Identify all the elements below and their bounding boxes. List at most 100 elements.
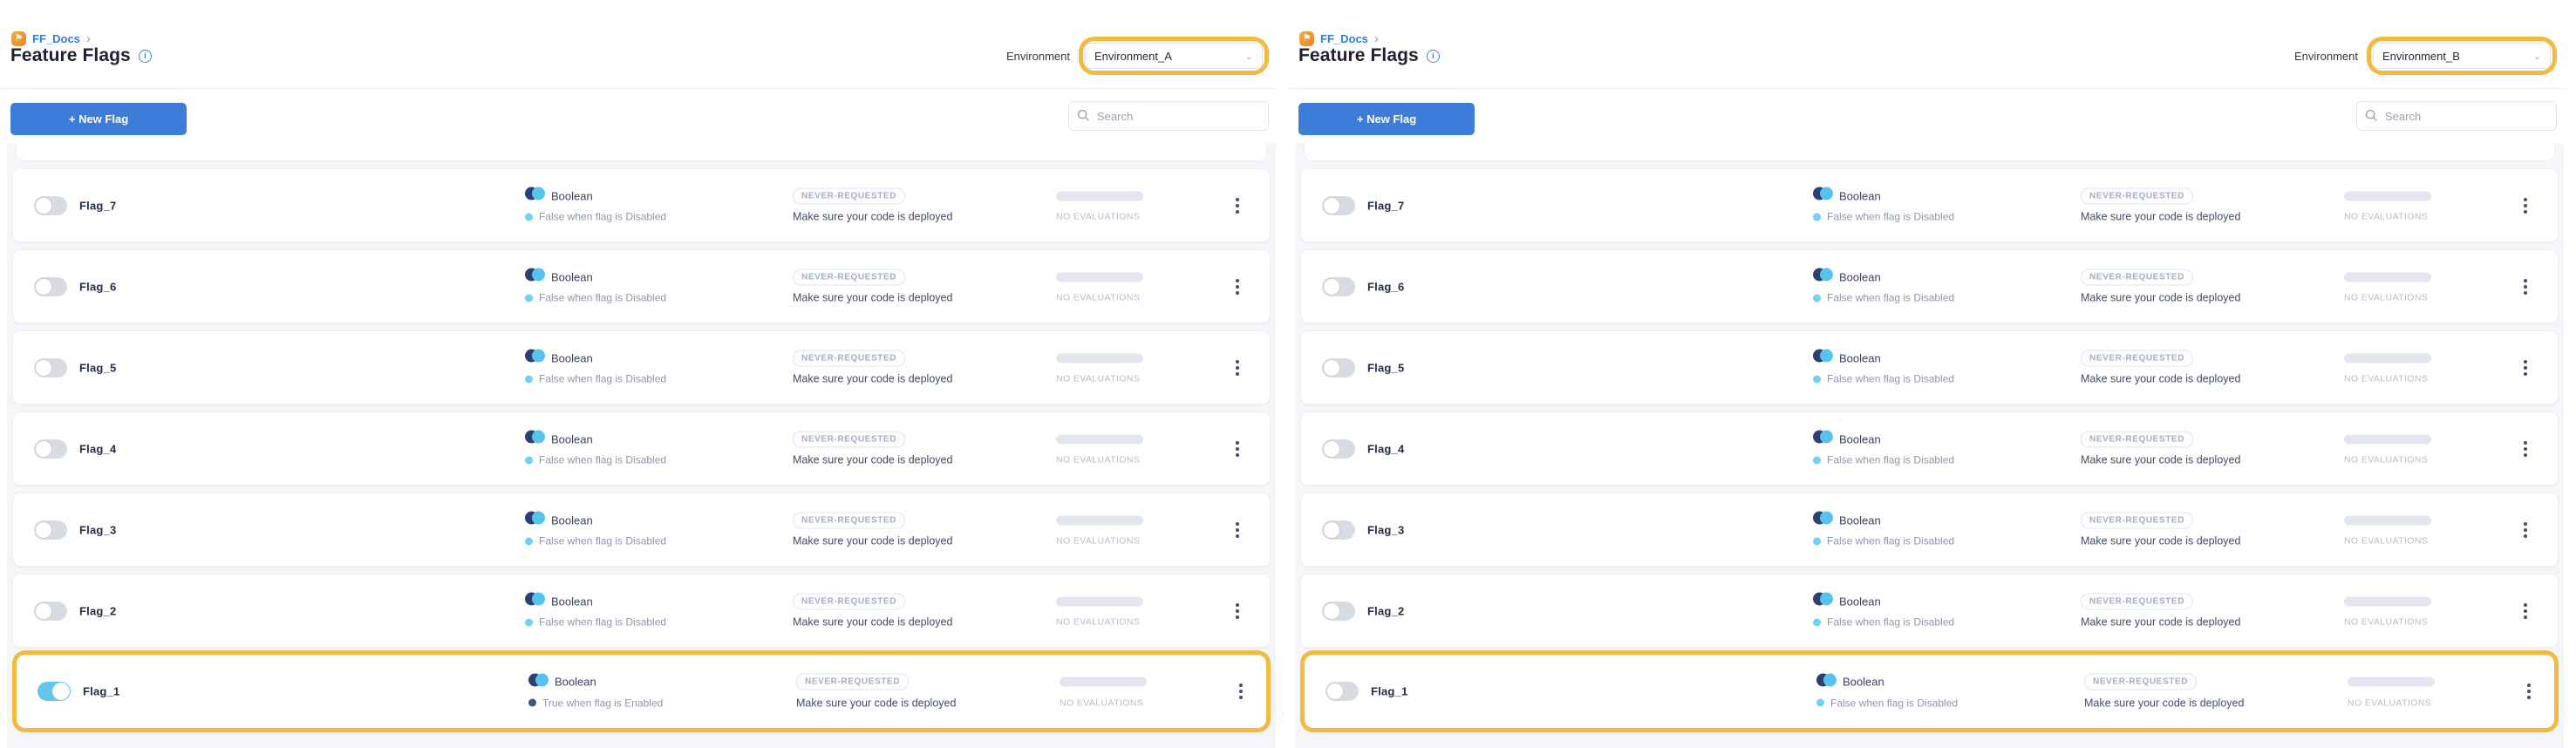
flag-name-link[interactable]: Flag_6	[79, 280, 116, 293]
evaluations-bar	[1056, 515, 1143, 525]
partial-scrolled-row	[1304, 143, 2555, 161]
evaluations-text: NO EVALUATIONS	[2344, 455, 2428, 466]
evaluations-text: NO EVALUATIONS	[2344, 617, 2428, 628]
flag-state-text: False when flag is Disabled	[1827, 535, 1954, 547]
evaluations-bar	[2344, 515, 2431, 525]
info-icon[interactable]: i	[1427, 50, 1440, 63]
toggle-knob	[35, 602, 52, 620]
flag-name-link[interactable]: Flag_7	[1367, 199, 1404, 212]
flag-row[interactable]: Flag_7 Boolean False when flag is Disabl…	[1300, 168, 2559, 242]
flag-status-block: NEVER-REQUESTED Make sure your code is d…	[796, 673, 956, 711]
row-menu-kebab-icon[interactable]	[2520, 357, 2531, 379]
flag-type-label: Boolean	[1843, 676, 1884, 689]
flag-name-link[interactable]: Flag_2	[1367, 604, 1404, 617]
flag-toggle[interactable]	[1322, 439, 1355, 459]
row-menu-kebab-icon[interactable]	[2520, 275, 2531, 298]
row-menu-kebab-icon[interactable]	[2520, 438, 2531, 460]
flag-toggle[interactable]	[34, 277, 67, 296]
flag-toggle[interactable]	[34, 358, 67, 377]
flag-toggle[interactable]	[1322, 196, 1355, 215]
info-icon[interactable]: i	[139, 50, 152, 63]
flag-toggle[interactable]	[1322, 602, 1355, 621]
flag-toggle[interactable]	[1325, 682, 1359, 701]
flag-row[interactable]: Flag_5 Boolean False when flag is Disabl…	[1300, 330, 2559, 405]
toggle-knob	[35, 440, 52, 458]
flag-row[interactable]: Flag_4 Boolean False when flag is Disabl…	[1300, 411, 2559, 486]
flag-type-label: Boolean	[1839, 432, 1881, 445]
row-menu-kebab-icon[interactable]	[1232, 357, 1243, 379]
flag-row[interactable]: Flag_6 Boolean False when flag is Disabl…	[1300, 249, 2559, 323]
flag-toggle[interactable]	[34, 439, 67, 459]
partial-scrolled-row	[16, 143, 1267, 161]
flag-name-link[interactable]: Flag_6	[1367, 280, 1404, 293]
flag-type-block: Boolean False when flag is Disabled	[525, 349, 666, 386]
flag-name-link[interactable]: Flag_4	[1367, 442, 1404, 455]
flag-status-block: NEVER-REQUESTED Make sure your code is d…	[793, 349, 952, 386]
status-badge: NEVER-REQUESTED	[2081, 593, 2193, 609]
flag-evaluations-block: NO EVALUATIONS	[2344, 430, 2431, 467]
row-menu-kebab-icon[interactable]	[1232, 600, 1243, 622]
row-menu-kebab-icon[interactable]	[2520, 194, 2531, 217]
flag-name-link[interactable]: Flag_4	[79, 442, 116, 455]
row-menu-kebab-icon[interactable]	[1236, 680, 1246, 703]
environment-select[interactable]: Environment_A ⌄	[1085, 43, 1263, 69]
flag-row[interactable]: Flag_3 Boolean False when flag is Disabl…	[1300, 493, 2559, 567]
flag-row[interactable]: Flag_6 Boolean False when flag is Disabl…	[12, 249, 1271, 323]
flag-toggle[interactable]	[34, 520, 67, 540]
flag-row[interactable]: Flag_7 Boolean False when flag is Disabl…	[12, 168, 1271, 242]
flag-name-link[interactable]: Flag_1	[83, 685, 119, 698]
search-input[interactable]	[1068, 101, 1269, 131]
flag-status-block: NEVER-REQUESTED Make sure your code is d…	[2081, 187, 2240, 224]
flag-name-link[interactable]: Flag_2	[79, 604, 116, 617]
boolean-icon	[1813, 593, 1833, 610]
flag-name-link[interactable]: Flag_3	[79, 523, 116, 536]
breadcrumb-project-link[interactable]: FF_Docs	[1320, 32, 1368, 45]
flag-name-link[interactable]: Flag_1	[1371, 685, 1407, 698]
flag-row[interactable]: Flag_3 Boolean False when flag is Disabl…	[12, 493, 1271, 567]
flag-evaluations-block: NO EVALUATIONS	[1056, 592, 1143, 629]
row-menu-kebab-icon[interactable]	[1232, 438, 1243, 460]
flag-toggle[interactable]	[37, 682, 71, 701]
flag-row[interactable]: Flag_4 Boolean False when flag is Disabl…	[12, 411, 1271, 486]
flag-row[interactable]: Flag_2 Boolean False when flag is Disabl…	[1300, 574, 2559, 648]
flag-status-block: NEVER-REQUESTED Make sure your code is d…	[793, 268, 952, 305]
environment-value: Environment_B	[2382, 50, 2460, 63]
flag-row[interactable]: Flag_5 Boolean False when flag is Disabl…	[12, 330, 1271, 405]
flag-evaluations-block: NO EVALUATIONS	[1056, 268, 1143, 305]
flag-toggle[interactable]	[1322, 520, 1355, 540]
flag-status-block: NEVER-REQUESTED Make sure your code is d…	[2081, 592, 2240, 629]
flag-evaluations-block: NO EVALUATIONS	[1056, 430, 1143, 467]
evaluations-text: NO EVALUATIONS	[1060, 697, 1143, 708]
flag-row[interactable]: Flag_1 Boolean False when flag is Disabl…	[1300, 650, 2559, 732]
search-input[interactable]	[2356, 101, 2557, 131]
row-menu-kebab-icon[interactable]	[1232, 194, 1243, 217]
flag-name-link[interactable]: Flag_7	[79, 199, 116, 212]
flag-name-link[interactable]: Flag_5	[79, 361, 116, 374]
row-menu-kebab-icon[interactable]	[2524, 680, 2534, 703]
row-menu-kebab-icon[interactable]	[2520, 519, 2531, 541]
flag-row[interactable]: Flag_1 Boolean True when flag is Enabled…	[12, 650, 1271, 732]
status-badge: NEVER-REQUESTED	[793, 512, 905, 528]
flag-row[interactable]: Flag_2 Boolean False when flag is Disabl…	[12, 574, 1271, 648]
new-flag-button[interactable]: + New Flag	[1298, 103, 1475, 135]
row-menu-kebab-icon[interactable]	[2520, 600, 2531, 622]
environment-select[interactable]: Environment_B ⌄	[2373, 43, 2551, 69]
flag-name-link[interactable]: Flag_5	[1367, 361, 1404, 374]
environment-highlight-ring: Environment_B ⌄	[2367, 37, 2557, 75]
flag-toggle[interactable]	[34, 196, 67, 215]
row-menu-kebab-icon[interactable]	[1232, 275, 1243, 298]
deploy-hint-text: Make sure your code is deployed	[796, 697, 956, 709]
flag-toggle[interactable]	[1322, 358, 1355, 377]
evaluations-text: NO EVALUATIONS	[1056, 617, 1140, 628]
new-flag-button[interactable]: + New Flag	[10, 103, 187, 135]
flag-evaluations-block: NO EVALUATIONS	[1056, 511, 1143, 548]
flag-name-link[interactable]: Flag_3	[1367, 523, 1404, 536]
toggle-knob	[1323, 602, 1340, 620]
flag-toggle[interactable]	[34, 602, 67, 621]
row-menu-kebab-icon[interactable]	[1232, 519, 1243, 541]
breadcrumb-project-link[interactable]: FF_Docs	[32, 32, 80, 45]
flag-toggle[interactable]	[1322, 277, 1355, 296]
boolean-icon	[1813, 350, 1833, 367]
flag-type-block: Boolean False when flag is Disabled	[1813, 268, 1954, 305]
flag-type-label: Boolean	[551, 270, 593, 283]
